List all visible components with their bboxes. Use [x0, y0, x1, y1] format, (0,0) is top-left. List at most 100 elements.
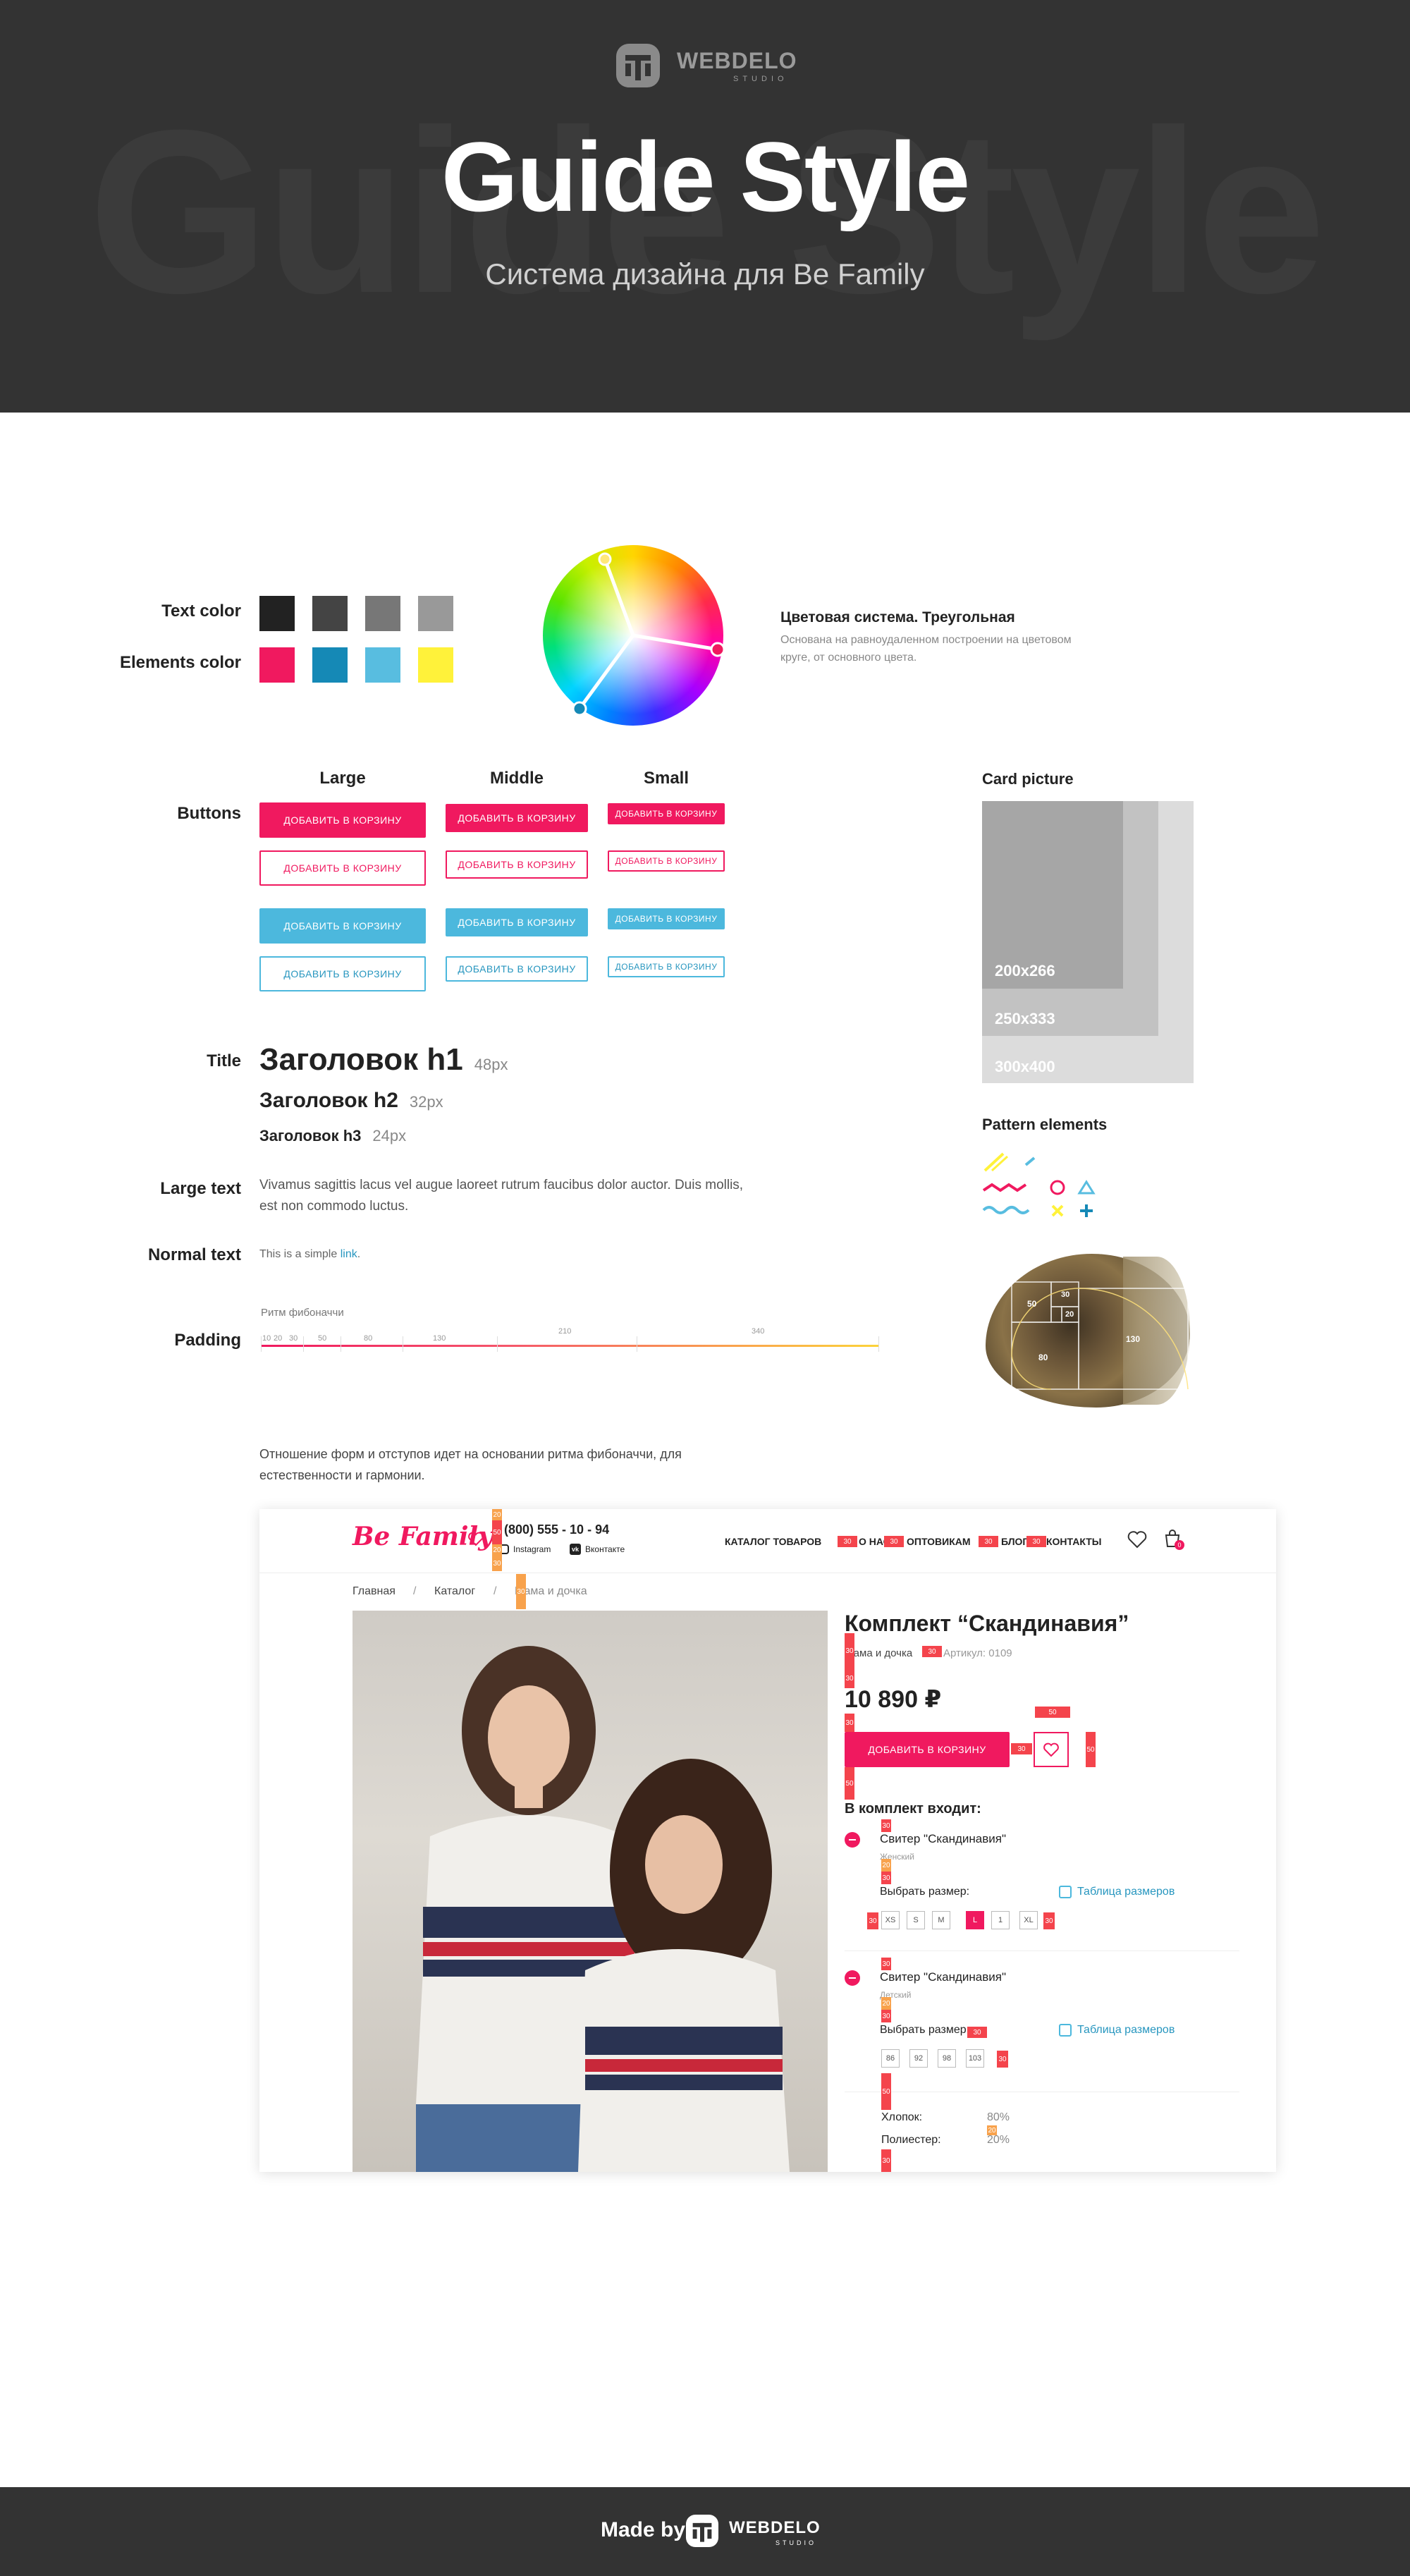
size-option[interactable]: S: [907, 1911, 925, 1929]
logo-heart-icon: [468, 1532, 484, 1546]
breadcrumb-sep-2: /: [494, 1585, 497, 1597]
middle-blue-filled-button[interactable]: ДОБАВИТЬ В КОРЗИНУ: [446, 908, 588, 936]
remove-item-2-button[interactable]: [845, 1970, 860, 1986]
item-1-choose-size: Выбрать размер:: [880, 1886, 970, 1898]
middle-pink-outline-button[interactable]: ДОБАВИТЬ В КОРЗИНУ: [446, 850, 588, 879]
shell-num-30: 30: [1061, 1290, 1070, 1299]
small-blue-outline-button[interactable]: ДОБАВИТЬ В КОРЗИНУ: [608, 956, 725, 977]
spacing-tag: 30: [516, 1574, 526, 1609]
spacing-tag: 30: [867, 1912, 878, 1929]
footer-logo-wordmark[interactable]: WEBDELO: [729, 2518, 821, 2538]
size-option[interactable]: XL: [1019, 1911, 1038, 1929]
h1-text: Заголовок h1: [259, 1042, 463, 1077]
spacing-tag: 20: [492, 1509, 502, 1520]
shell-num-80: 80: [1038, 1353, 1048, 1362]
size-option[interactable]: 103: [966, 2049, 984, 2068]
product-category[interactable]: Мама и дочка: [845, 1647, 912, 1659]
padding-value: 130: [433, 1334, 446, 1343]
breadcrumb-catalog[interactable]: Каталог: [434, 1585, 475, 1598]
buttons-col-large: Large: [319, 769, 366, 788]
h1-size: 48px: [474, 1056, 508, 1073]
item-2-name: Свитер "Скандинавия": [880, 1970, 1007, 1984]
spacing-tag: 30: [967, 2027, 987, 2038]
product-photo[interactable]: [352, 1611, 828, 2172]
text-color-swatch: [259, 596, 295, 631]
nav-item[interactable]: БЛОГ: [1001, 1536, 1028, 1547]
spacing-tag: 30: [1043, 1912, 1055, 1929]
nav-item[interactable]: КОНТАКТЫ: [1046, 1536, 1101, 1547]
add-to-wishlist-button[interactable]: [1034, 1732, 1069, 1767]
size-option[interactable]: M: [932, 1911, 950, 1929]
middle-blue-outline-button[interactable]: ДОБАВИТЬ В КОРЗИНУ: [446, 956, 588, 982]
size-table-icon[interactable]: [1059, 1886, 1072, 1898]
wishlist-heart-icon[interactable]: [1127, 1530, 1148, 1549]
webdelo-logo[interactable]: WEBDELO STUDIO: [613, 41, 811, 90]
instagram-link[interactable]: Instagram: [513, 1544, 551, 1554]
large-blue-outline-button[interactable]: ДОБАВИТЬ В КОРЗИНУ: [259, 956, 426, 991]
size-option[interactable]: 98: [938, 2049, 956, 2068]
card-label-250: 250x333: [995, 1010, 1055, 1027]
spacing-tag: 50: [881, 2073, 891, 2110]
logo-wordmark: WEBDELO: [677, 48, 797, 73]
size-option[interactable]: 86: [881, 2049, 900, 2068]
normal-text-link[interactable]: link: [341, 1248, 357, 1260]
shell-fibonacci-grid: [1011, 1281, 1189, 1390]
text-color-swatch: [418, 596, 453, 631]
size-table-icon[interactable]: [1059, 2024, 1072, 2037]
nav-item[interactable]: КАТАЛОГ ТОВАРОВ: [725, 1536, 821, 1547]
add-to-cart-button[interactable]: ДОБАВИТЬ В КОРЗИНУ: [845, 1732, 1010, 1767]
product-page-mockup: Be Family (800) 555 - 10 - 94 Instagram …: [259, 1509, 1276, 2172]
large-pink-outline-button[interactable]: ДОБАВИТЬ В КОРЗИНУ: [259, 850, 426, 886]
padding-value: 50: [318, 1334, 327, 1343]
item-1-size-table-link[interactable]: Таблица размеров: [1077, 1886, 1175, 1898]
nav-item[interactable]: ОПТОВИКАМ: [907, 1536, 971, 1547]
size-option[interactable]: L: [966, 1911, 984, 1929]
spacing-tag: 50: [1035, 1707, 1070, 1718]
polyester-label: Полиестер:: [881, 2134, 941, 2146]
spacing-tag: 30: [1026, 1536, 1046, 1547]
large-text-label: Large text: [160, 1179, 241, 1198]
size-option[interactable]: 1: [991, 1911, 1010, 1929]
h2-size: 32px: [409, 1093, 443, 1111]
padding-tick: [878, 1336, 879, 1352]
spacing-tag: 30: [881, 1958, 891, 1970]
large-pink-filled-button[interactable]: ДОБАВИТЬ В КОРЗИНУ: [259, 802, 426, 838]
color-triangle-pointers: [572, 552, 723, 716]
color-system-desc-1: Основана на равноудаленном построении на…: [780, 634, 1072, 646]
element-color-swatch: [418, 647, 453, 683]
product-photo-illustration: [416, 1646, 790, 2172]
small-pink-filled-button[interactable]: ДОБАВИТЬ В КОРЗИНУ: [608, 803, 725, 824]
spacing-tag: 50: [492, 1520, 502, 1544]
breadcrumb-home[interactable]: Главная: [352, 1585, 396, 1598]
spacing-tag: 30: [884, 1536, 904, 1547]
h3-size: 24px: [372, 1127, 407, 1144]
small-pink-outline-button[interactable]: ДОБАВИТЬ В КОРЗИНУ: [608, 850, 725, 872]
padding-value: 10: [262, 1334, 271, 1343]
polyester-value: 20%: [987, 2134, 1010, 2146]
minus-icon: [849, 1977, 856, 1979]
padding-value: 340: [752, 1327, 765, 1336]
remove-item-1-button[interactable]: [845, 1832, 860, 1848]
card-size-200: [982, 801, 1123, 989]
footer-logo-icon: [685, 2514, 719, 2548]
padding-scale-line: [261, 1345, 878, 1347]
hero-banner: Guide Style WEBDELO STUDIO Guide Style С…: [0, 0, 1410, 413]
middle-pink-filled-button[interactable]: ДОБАВИТЬ В КОРЗИНУ: [446, 804, 588, 832]
large-text-line-2: est non commodo luctus.: [259, 1199, 409, 1214]
item-2-size-table-link[interactable]: Таблица размеров: [1077, 2024, 1175, 2037]
size-option[interactable]: XS: [881, 1911, 900, 1929]
elements-color-label: Elements color: [119, 653, 241, 672]
vk-icon[interactable]: vk: [570, 1544, 581, 1555]
small-blue-filled-button[interactable]: ДОБАВИТЬ В КОРЗИНУ: [608, 908, 725, 929]
color-wheel: [543, 545, 723, 726]
phone-number[interactable]: (800) 555 - 10 - 94: [504, 1522, 609, 1537]
large-blue-filled-button[interactable]: ДОБАВИТЬ В КОРЗИНУ: [259, 908, 426, 944]
element-color-swatch: [365, 647, 400, 683]
size-option[interactable]: 92: [909, 2049, 928, 2068]
vk-link[interactable]: Вконтакте: [585, 1544, 625, 1554]
cart-count-badge: 0: [1175, 1540, 1184, 1550]
large-text-line-1: Vivamus sagittis lacus vel augue laoreet…: [259, 1178, 744, 1192]
text-color-label: Text color: [161, 602, 241, 621]
h2-text: Заголовок h2: [259, 1089, 398, 1112]
h1-sample: Заголовок h1 48px: [259, 1042, 508, 1078]
